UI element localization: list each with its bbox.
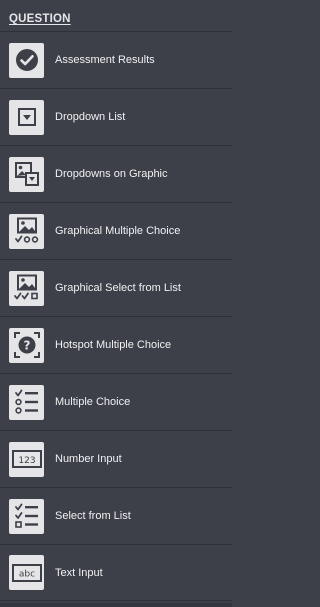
question-item-assessment-results[interactable]: Assessment Results	[0, 31, 232, 88]
checklist-icon	[9, 498, 44, 534]
question-item-graphical-multiple-choice[interactable]: Graphical Multiple Choice	[0, 202, 232, 259]
question-item-label: Multiple Choice	[55, 396, 131, 408]
question-item-hotspot-multiple-choice[interactable]: ? Hotspot Multiple Choice	[0, 316, 232, 373]
question-item-label: Dropdowns on Graphic	[55, 168, 168, 180]
question-item-label: Graphical Multiple Choice	[55, 225, 181, 237]
question-item-label: Text Input	[55, 566, 103, 579]
image-checklist-icon	[9, 270, 44, 306]
panel-footer	[0, 603, 232, 607]
question-item-text-input[interactable]: abc Text Input	[0, 544, 232, 601]
question-type-list: Assessment Results Dropdown List Dropdow…	[0, 31, 232, 601]
panel-header: QUESTION	[0, 0, 232, 31]
text-input-icon-text: abc	[18, 569, 34, 579]
svg-text:?: ?	[23, 339, 30, 353]
section-title[interactable]: QUESTION	[9, 13, 71, 25]
question-item-label: Graphical Select from List	[55, 282, 181, 294]
question-item-label: Number Input	[55, 453, 122, 465]
question-item-dropdown-list[interactable]: Dropdown List	[0, 88, 232, 145]
question-item-label: Dropdown List	[55, 111, 126, 123]
image-dropdown-icon	[9, 156, 44, 192]
question-item-multiple-choice[interactable]: Multiple Choice	[0, 373, 232, 430]
question-item-graphical-select-from-list[interactable]: Graphical Select from List	[0, 259, 232, 316]
hotspot-icon: ?	[9, 327, 44, 363]
question-item-label: Assessment Results	[55, 54, 155, 66]
image-radio-icon	[9, 213, 44, 249]
check-circle-icon	[9, 42, 44, 78]
radio-list-icon	[9, 384, 44, 420]
text-input-icon: abc	[9, 555, 44, 590]
number-input-icon: 123	[9, 441, 44, 477]
question-item-label: Select from List	[55, 510, 131, 522]
question-item-label: Hotspot Multiple Choice	[55, 339, 172, 351]
question-item-dropdowns-on-graphic[interactable]: Dropdowns on Graphic	[0, 145, 232, 202]
question-item-number-input[interactable]: 123 Number Input	[0, 430, 232, 487]
question-panel: QUESTION Assessment Results Dropdown Lis…	[0, 0, 232, 607]
number-input-icon-text: 123	[18, 456, 35, 466]
dropdown-icon	[9, 99, 44, 135]
question-item-select-from-list[interactable]: Select from List	[0, 487, 232, 544]
